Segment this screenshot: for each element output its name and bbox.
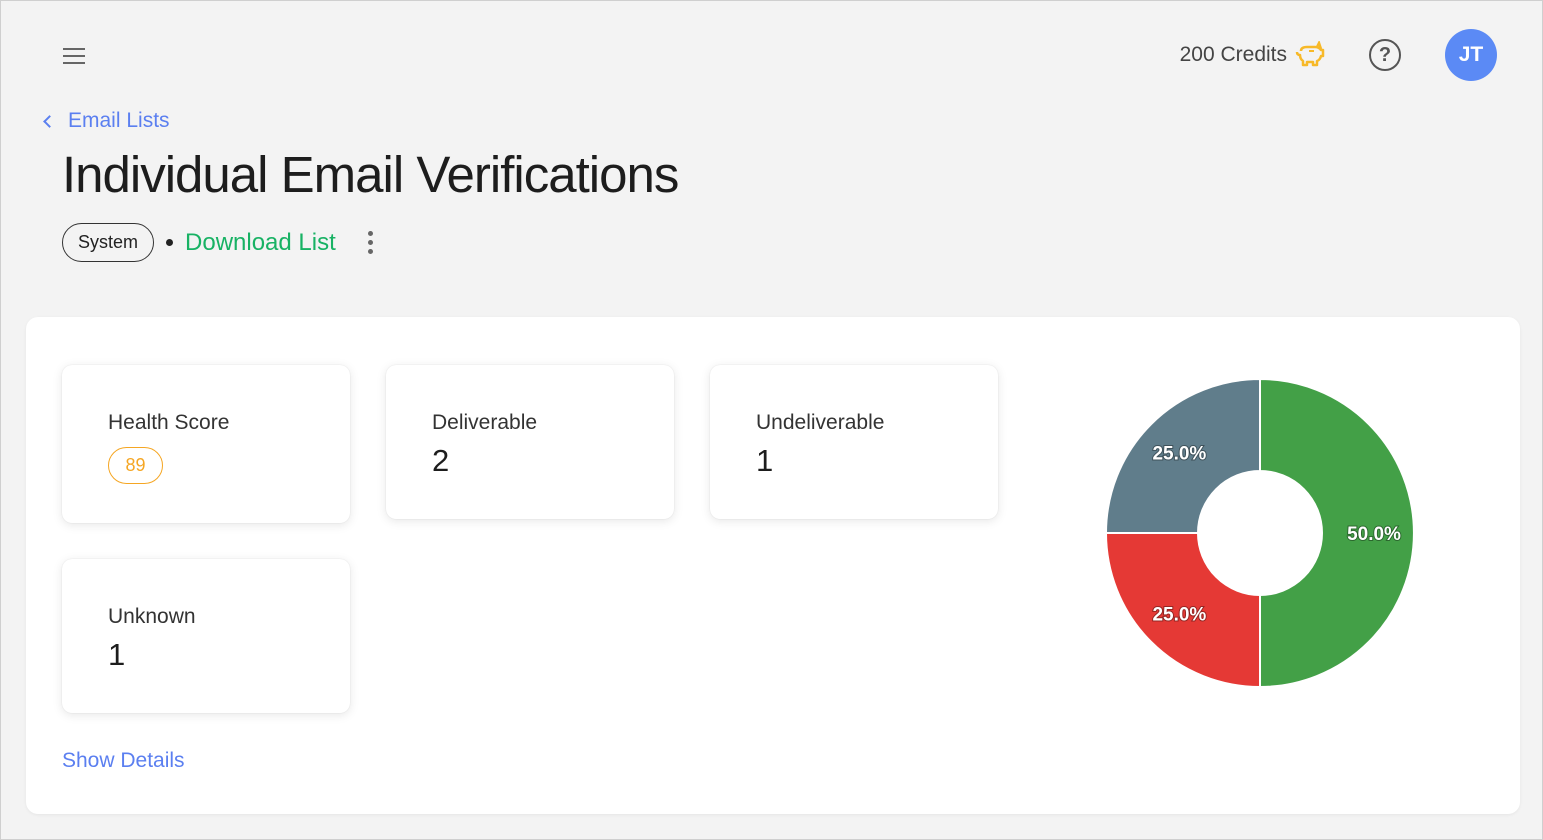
health-score-badge: 89 bbox=[108, 447, 163, 484]
unknown-value: 1 bbox=[108, 637, 126, 672]
separator-dot bbox=[166, 239, 174, 246]
undeliverable-value: 1 bbox=[756, 443, 774, 478]
download-list-link[interactable]: Download List bbox=[185, 229, 336, 257]
credits-label: 200 Credits bbox=[1179, 43, 1287, 66]
health-score-card: Health Score 89 bbox=[62, 365, 350, 523]
piggy-bank-icon bbox=[1295, 41, 1325, 67]
undeliverable-card: Undeliverable 1 bbox=[710, 365, 998, 519]
top-right-bar: 200 Credits ? JT bbox=[1180, 29, 1497, 81]
health-score-label: Health Score bbox=[108, 411, 230, 434]
donut-label-unknown: 25.0% bbox=[1152, 443, 1206, 464]
chevron-left-icon bbox=[43, 114, 56, 128]
back-link[interactable]: Email Lists bbox=[41, 109, 170, 133]
undeliverable-label: Undeliverable bbox=[756, 411, 885, 434]
summary-panel: Health Score 89 Deliverable 2 Undelivera… bbox=[26, 317, 1520, 814]
tag-chip: System bbox=[62, 223, 155, 262]
deliverable-label: Deliverable bbox=[432, 411, 538, 434]
more-options-icon[interactable] bbox=[366, 229, 375, 256]
help-icon[interactable]: ? bbox=[1369, 39, 1401, 71]
page-meta: System Download List bbox=[62, 223, 375, 262]
deliverable-value: 2 bbox=[432, 443, 450, 478]
credits[interactable]: 200 Credits bbox=[1180, 41, 1327, 69]
unknown-label: Unknown bbox=[108, 605, 196, 628]
unknown-card: Unknown 1 bbox=[62, 559, 350, 713]
back-link-label: Email Lists bbox=[68, 109, 170, 132]
donut-chart: 50.0% 25.0% 25.0% bbox=[1104, 377, 1415, 689]
page-title: Individual Email Verifications bbox=[62, 146, 679, 203]
show-details-link[interactable]: Show Details bbox=[62, 749, 185, 773]
donut-label-deliverable: 50.0% bbox=[1347, 524, 1401, 545]
donut-label-undeliverable: 25.0% bbox=[1152, 605, 1206, 626]
menu-icon[interactable] bbox=[61, 43, 87, 67]
deliverable-card: Deliverable 2 bbox=[386, 365, 674, 519]
avatar[interactable]: JT bbox=[1445, 29, 1497, 81]
